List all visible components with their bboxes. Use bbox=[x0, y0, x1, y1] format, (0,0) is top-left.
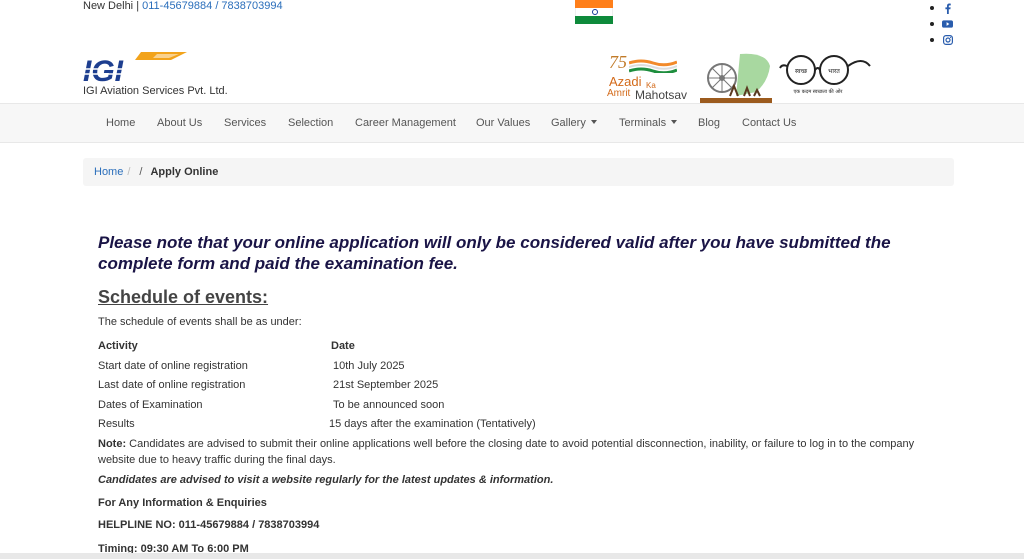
azadi-seventy-five: 75 bbox=[609, 52, 627, 72]
mahotsav-word: Mahotsav bbox=[635, 88, 688, 102]
helpline-text: HELPLINE NO: 011-45679884 / 7838703994 bbox=[98, 519, 320, 531]
nav-services[interactable]: Services bbox=[224, 117, 266, 129]
date-cell: 10th July 2025 bbox=[333, 359, 405, 372]
swachh-left-lens: स्वच्छ bbox=[795, 68, 808, 75]
page-bottom-edge bbox=[0, 553, 1024, 559]
amrit-word: Amrit bbox=[607, 88, 631, 99]
note-label: Note: bbox=[98, 438, 127, 450]
activity-cell: Dates of Examination bbox=[98, 398, 203, 411]
social-item-facebook[interactable] bbox=[930, 0, 960, 16]
nav-gallery: Gallery bbox=[551, 117, 586, 129]
igi-logo-mark: IGI bbox=[83, 52, 187, 85]
note-paragraph: Note: Candidates are advised to submit t… bbox=[98, 436, 938, 468]
nav-career-management[interactable]: Career Management bbox=[355, 117, 456, 129]
activity-cell: Last date of online registration bbox=[98, 379, 246, 391]
breadcrumb-current: Apply Online bbox=[150, 166, 219, 178]
advice-text: Candidates are advised to visit a websit… bbox=[98, 474, 554, 486]
swachh-bharat-logo: स्वच्छ भारत एक कदम स्वच्छता की ओर bbox=[779, 55, 871, 95]
social-item-youtube[interactable] bbox=[930, 16, 960, 32]
company-name: IGI Aviation Services Pvt. Ltd. bbox=[83, 85, 228, 97]
schedule-header-row: Activity Date bbox=[98, 340, 598, 360]
nav-selection[interactable]: Selection bbox=[288, 117, 333, 129]
logo-letters: IGI bbox=[83, 55, 124, 85]
nav-blog[interactable]: Blog bbox=[698, 117, 720, 129]
table-row: Last date of online registration 21st Se… bbox=[98, 379, 598, 399]
city-text: New Delhi bbox=[83, 0, 134, 12]
caret-down-icon bbox=[590, 120, 597, 124]
activity-cell: Results bbox=[98, 418, 135, 430]
date-cell: 15 days after the examination (Tentative… bbox=[329, 418, 536, 430]
table-row: Start date of online registration 10th J… bbox=[98, 360, 598, 380]
azadi-word: Azadi bbox=[609, 74, 642, 89]
schedule-heading: Schedule of events: bbox=[98, 287, 269, 307]
nav-our-values[interactable]: Our Values bbox=[476, 117, 530, 129]
breadcrumb: Home / / Apply Online bbox=[83, 158, 954, 186]
top-contact: New Delhi | 011-45679884 / 7838703994 bbox=[83, 0, 283, 12]
table-row: Results 15 days after the examination (T… bbox=[98, 418, 598, 438]
activity-cell: Start date of online registration bbox=[98, 359, 248, 372]
nav-terminals: Terminals bbox=[619, 117, 667, 129]
azadi-ka-amrit-mahotsav-logo: 75 Azadi Ka Amrit Mahotsav bbox=[607, 52, 697, 104]
header-date: Date bbox=[331, 340, 355, 352]
indian-flag-image bbox=[575, 0, 613, 24]
date-cell: To be announced soon bbox=[333, 398, 445, 411]
instagram-icon[interactable] bbox=[942, 35, 953, 46]
schedule-table: Activity Date Start date of online regis… bbox=[98, 340, 598, 438]
dandi-march-image bbox=[700, 53, 772, 104]
caret-down-icon bbox=[671, 120, 678, 124]
enquiries-heading: For Any Information & Enquiries bbox=[98, 497, 267, 509]
note-text: Candidates are advised to submit their o… bbox=[98, 438, 915, 466]
breadcrumb-home[interactable]: Home bbox=[94, 166, 123, 178]
nav-about-us[interactable]: About Us bbox=[157, 117, 202, 129]
schedule-intro: The schedule of events shall be as under… bbox=[98, 316, 302, 328]
contact-separator: | bbox=[136, 0, 140, 12]
social-item-instagram[interactable] bbox=[930, 32, 960, 48]
nav-contact-us[interactable]: Contact Us bbox=[742, 117, 796, 129]
nav-home[interactable]: Home bbox=[106, 117, 135, 129]
igi-logo[interactable]: IGI IGI Aviation Services Pvt. Ltd. bbox=[83, 50, 233, 100]
nav-terminals-dropdown[interactable]: Terminals bbox=[619, 117, 678, 129]
flag-wave-icon bbox=[629, 59, 677, 73]
nav-gallery-dropdown[interactable]: Gallery bbox=[551, 117, 597, 129]
application-notice: Please note that your online application… bbox=[98, 233, 891, 273]
social-links bbox=[930, 0, 960, 48]
facebook-icon[interactable] bbox=[942, 3, 953, 14]
breadcrumb-separator: / bbox=[127, 166, 131, 178]
youtube-icon[interactable] bbox=[942, 19, 953, 30]
swachh-tagline: एक कदम स्वच्छता की ओर bbox=[794, 88, 844, 95]
main-navbar: Home About Us Services Selection Career … bbox=[0, 103, 1024, 143]
date-cell: 21st September 2025 bbox=[333, 379, 439, 391]
header-activity: Activity bbox=[98, 340, 138, 352]
phone-link[interactable]: 011-45679884 / 7838703994 bbox=[142, 0, 283, 12]
table-row: Dates of Examination To be announced soo… bbox=[98, 399, 598, 419]
breadcrumb-separator-2: / bbox=[139, 166, 143, 178]
swachh-right-lens: भारत bbox=[828, 68, 840, 75]
